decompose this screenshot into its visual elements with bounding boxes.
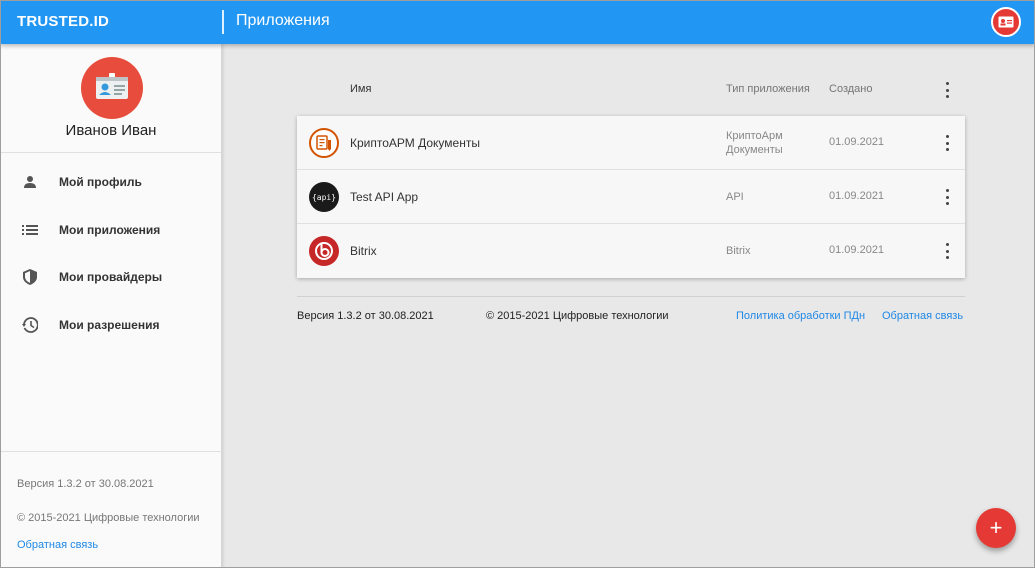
top-app-bar: TRUSTED.ID Приложения bbox=[0, 0, 1035, 44]
sidebar-version: Версия 1.3.2 от 30.08.2021 bbox=[17, 478, 154, 490]
sidebar-item-label: Мои провайдеры bbox=[59, 270, 163, 284]
api-icon-text: {api} bbox=[311, 192, 337, 202]
more-vert-icon[interactable] bbox=[940, 135, 954, 151]
add-application-button[interactable]: + bbox=[976, 508, 1016, 548]
app-created-date: 01.09.2021 bbox=[829, 136, 885, 148]
history-icon bbox=[21, 316, 39, 334]
app-name[interactable]: Bitrix bbox=[350, 244, 377, 258]
sidebar-item-permissions[interactable]: Мои разрешения bbox=[0, 302, 221, 350]
shield-icon bbox=[21, 268, 39, 286]
more-vert-icon[interactable] bbox=[940, 243, 954, 259]
bitrix-icon bbox=[309, 236, 339, 266]
app-created-date: 01.09.2021 bbox=[829, 190, 885, 202]
list-icon bbox=[21, 221, 39, 239]
footer-divider bbox=[297, 296, 965, 297]
table-row[interactable]: {api} Test API App API 01.09.2021 bbox=[297, 170, 965, 224]
id-card-icon bbox=[998, 16, 1014, 28]
app-name[interactable]: КриптоАРМ Документы bbox=[350, 136, 480, 150]
id-card-icon bbox=[96, 73, 128, 99]
profile-block: Иванов Иван bbox=[0, 44, 221, 153]
sidebar-feedback-link[interactable]: Обратная связь bbox=[17, 539, 98, 551]
sidebar-item-label: Мой профиль bbox=[59, 175, 142, 189]
more-vert-icon[interactable] bbox=[940, 82, 954, 98]
column-header-created[interactable]: Создано bbox=[829, 83, 872, 95]
document-pen-icon bbox=[309, 128, 339, 158]
sidebar-item-profile[interactable]: Мой профиль bbox=[0, 159, 221, 207]
privacy-policy-link[interactable]: Политика обработки ПДн bbox=[736, 310, 865, 322]
more-vert-icon[interactable] bbox=[940, 189, 954, 205]
sidebar-item-label: Мои разрешения bbox=[59, 317, 160, 332]
user-avatar-button[interactable] bbox=[991, 7, 1021, 37]
person-icon bbox=[21, 173, 39, 191]
table-header: Имя Тип приложения Создано bbox=[297, 76, 965, 104]
column-header-name[interactable]: Имя bbox=[350, 83, 371, 95]
app-name[interactable]: Test API App bbox=[350, 190, 418, 204]
sidebar-nav: Мой профиль Мои приложения Мои провайдер… bbox=[0, 159, 221, 349]
column-header-type[interactable]: Тип приложения bbox=[726, 83, 810, 95]
footer-version: Версия 1.3.2 от 30.08.2021 bbox=[297, 310, 434, 322]
api-icon: {api} bbox=[309, 182, 339, 212]
profile-name: Иванов Иван bbox=[65, 122, 157, 139]
table-row[interactable]: Bitrix Bitrix 01.09.2021 bbox=[297, 224, 965, 278]
sidebar-item-applications[interactable]: Мои приложения bbox=[0, 207, 221, 255]
sidebar-item-label: Мои приложения bbox=[59, 222, 161, 237]
app-created-date: 01.09.2021 bbox=[829, 244, 885, 256]
app-type: API bbox=[726, 191, 744, 203]
sidebar-footer: Версия 1.3.2 от 30.08.2021 © 2015-2021 Ц… bbox=[0, 451, 222, 568]
footer-copyright: © 2015-2021 Цифровые технологии bbox=[486, 310, 669, 322]
app-type: КриптоАрм Документы bbox=[726, 130, 783, 156]
sidebar-item-providers[interactable]: Мои провайдеры bbox=[0, 254, 221, 302]
applications-table: КриптоАРМ Документы КриптоАрм Документы … bbox=[297, 116, 965, 278]
topbar-divider bbox=[222, 10, 224, 34]
sidebar: Иванов Иван Мой профиль Мои приложения М… bbox=[0, 44, 222, 568]
profile-avatar[interactable] bbox=[81, 57, 143, 119]
table-row[interactable]: КриптоАРМ Документы КриптоАрм Документы … bbox=[297, 116, 965, 170]
feedback-link[interactable]: Обратная связь bbox=[882, 310, 963, 322]
page-title: Приложения bbox=[236, 12, 330, 29]
sidebar-copyright: © 2015-2021 Цифровые технологии bbox=[17, 512, 200, 524]
brand-logo[interactable]: TRUSTED.ID bbox=[17, 13, 109, 30]
app-type: Bitrix bbox=[726, 245, 751, 257]
